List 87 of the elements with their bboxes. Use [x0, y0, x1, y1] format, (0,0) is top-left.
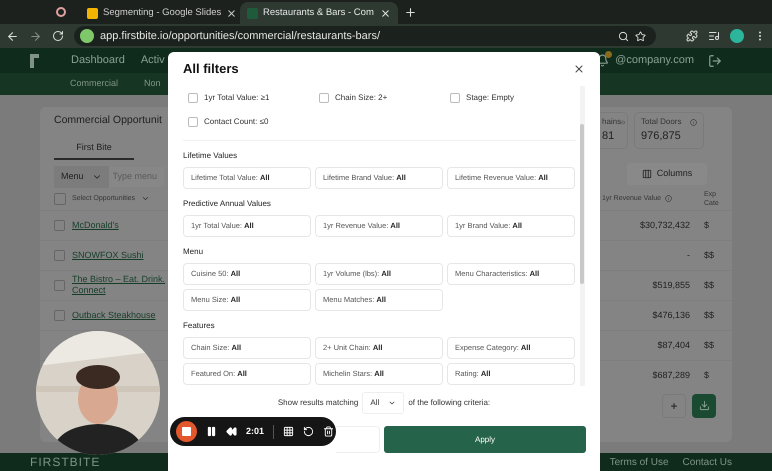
table-cell-text: $ — [704, 218, 710, 232]
table-cell-text: $$ — [704, 278, 716, 292]
columns-button[interactable]: Columns — [627, 162, 707, 184]
back-icon[interactable] — [6, 30, 19, 42]
info-icon — [665, 195, 672, 202]
add-button[interactable]: + — [662, 394, 686, 418]
table-cell-text: $$ — [704, 338, 716, 352]
checkbox-label: 1yr Total Value: ≥1 — [204, 92, 270, 104]
pause-icon[interactable] — [206, 426, 217, 437]
checkbox-label: Chain Size: 2+ — [335, 92, 388, 104]
browser-tab[interactable]: Restaurants & Bars - Com — [240, 2, 398, 24]
apply-button[interactable]: Apply — [384, 426, 586, 453]
nav-link[interactable]: Activ — [140, 52, 165, 69]
table-cell-text: - — [687, 248, 690, 262]
scrollbar[interactable] — [580, 86, 585, 386]
table-cell-text: $87,404 — [657, 338, 690, 352]
subnav-link[interactable]: Non — [144, 77, 161, 91]
table-cell-text: $$ — [704, 248, 716, 262]
checkbox[interactable] — [54, 280, 65, 291]
media-icon[interactable] — [708, 30, 720, 42]
section-title: Features — [183, 320, 216, 332]
table-cell-text: $ — [704, 368, 710, 382]
trash-icon[interactable] — [323, 426, 334, 437]
tab-favicon-icon — [87, 8, 98, 18]
checkbox-label: Stage: Empty — [466, 92, 514, 104]
close-icon[interactable] — [380, 8, 391, 18]
chevron-down-icon — [388, 399, 396, 407]
stop-button[interactable] — [176, 421, 197, 442]
rewind-icon[interactable] — [226, 426, 237, 437]
table-cell-text: $476,136 — [652, 308, 690, 322]
section-title: Predictive Annual Values — [183, 198, 272, 210]
footer-logo[interactable]: FIRSTBITE — [30, 453, 100, 471]
recording-time: 2:01 — [246, 424, 264, 438]
info-icon — [690, 118, 697, 126]
checkbox[interactable] — [188, 93, 198, 103]
table-cell-text: $687,289 — [652, 368, 690, 382]
page-tab[interactable]: First Bite — [54, 140, 134, 160]
site-icon — [80, 29, 94, 43]
checkbox[interactable] — [188, 117, 198, 127]
logout-icon[interactable] — [708, 54, 722, 68]
table-cell-text: $30,732,432 — [640, 218, 690, 232]
address-bar[interactable]: app.firstbite.io/opportunities/commercial/restaurants-bars/ — [74, 26, 656, 46]
stat-value: 81 — [602, 129, 616, 144]
reload-icon[interactable] — [52, 30, 64, 42]
account-email[interactable]: @company.com — [615, 52, 694, 69]
checkbox[interactable] — [54, 192, 66, 205]
nav-link[interactable]: Dashboard — [71, 52, 125, 69]
close-icon[interactable] — [226, 8, 238, 18]
forward-icon[interactable] — [29, 30, 42, 42]
match-label: of the following criteria: — [408, 397, 490, 409]
match-label: Show results matching — [278, 397, 358, 409]
firstbite-logo[interactable] — [30, 54, 39, 68]
extensions-icon[interactable] — [686, 30, 698, 42]
checkbox[interactable] — [450, 93, 460, 103]
download-button[interactable] — [692, 394, 716, 418]
stat-value: 976,875 — [641, 129, 682, 144]
stat-label: Total Doors — [641, 116, 682, 128]
close-icon[interactable] — [573, 63, 585, 75]
restart-icon[interactable] — [303, 426, 314, 437]
download-icon — [698, 400, 710, 412]
stat-label: hains — [602, 116, 622, 128]
bookmark-star-icon[interactable] — [635, 30, 646, 42]
table-cell-text: $$ — [704, 308, 716, 322]
zoom-icon[interactable] — [618, 30, 629, 42]
record-icon — [56, 7, 66, 17]
columns-icon — [642, 168, 652, 178]
checkbox[interactable] — [319, 93, 329, 103]
grid-icon[interactable] — [283, 426, 294, 437]
checkbox[interactable] — [54, 310, 65, 321]
subnav-link[interactable]: Commercial — [70, 77, 118, 91]
section-title: Menu — [183, 246, 204, 258]
checkbox-label: Contact Count: ≤0 — [204, 116, 268, 128]
dialog-title: All filters — [183, 60, 239, 78]
checkbox[interactable] — [54, 250, 65, 261]
match-select[interactable]: All — [362, 392, 404, 414]
footer-link[interactable]: Terms of Use — [610, 454, 669, 470]
tab-favicon-icon — [247, 8, 258, 18]
footer-link[interactable]: Contact Us — [682, 454, 732, 470]
section-title: Lifetime Values — [183, 150, 238, 162]
table-cell-text: $519,855 — [652, 278, 690, 292]
profile-avatar[interactable] — [730, 29, 744, 43]
menu-select[interactable]: Menu — [54, 166, 109, 188]
checkbox[interactable] — [54, 220, 65, 231]
info-icon — [621, 118, 625, 126]
new-tab-icon[interactable] — [404, 6, 417, 19]
browser-tab[interactable]: Segmenting - Google Slides — [80, 2, 238, 24]
page-title: Commercial Opportunit — [54, 113, 162, 128]
